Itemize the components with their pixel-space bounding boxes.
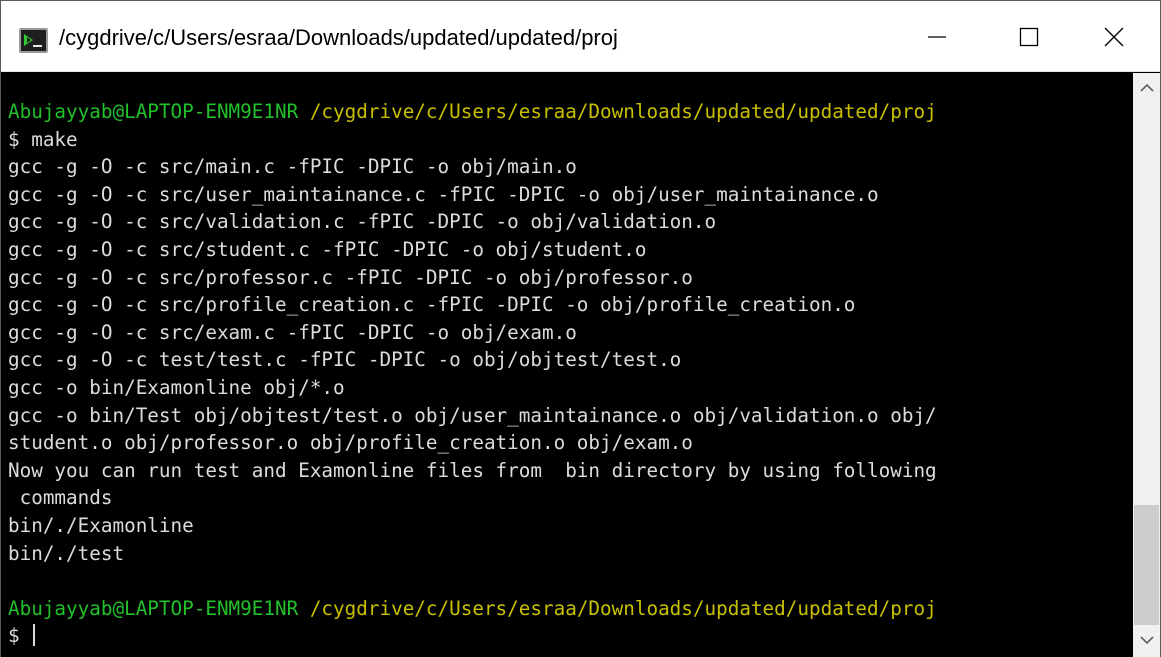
maximize-icon bbox=[1019, 27, 1039, 47]
text-cursor bbox=[33, 624, 36, 647]
close-icon bbox=[1104, 27, 1124, 47]
output-line: gcc -g -O -c src/student.c -fPIC -DPIC -… bbox=[8, 237, 647, 261]
output-line: bin/./test bbox=[8, 541, 125, 565]
output-line: gcc -g -O -c src/user_maintainance.c -fP… bbox=[8, 182, 879, 206]
output-line: gcc -g -O -c src/profile_creation.c -fPI… bbox=[8, 293, 856, 317]
prompt-user: Abujayyab@LAPTOP-ENM9E1NR bbox=[8, 100, 299, 123]
output-line: gcc -g -O -c src/main.c -fPIC -DPIC -o o… bbox=[8, 155, 577, 179]
output-line: gcc -g -O -c src/exam.c -fPIC -DPIC -o o… bbox=[8, 320, 577, 344]
output-line: bin/./Examonline bbox=[8, 513, 194, 537]
scroll-down-button[interactable] bbox=[1133, 625, 1160, 657]
cygwin-terminal-icon[interactable] bbox=[19, 28, 48, 53]
output-line: gcc -g -O -c src/validation.c -fPIC -DPI… bbox=[8, 210, 717, 234]
output-line: commands bbox=[8, 486, 113, 510]
output-line: gcc -o bin/Examonline obj/*.o bbox=[8, 375, 345, 399]
output-line: $ make bbox=[8, 127, 78, 151]
input-line[interactable]: $ bbox=[8, 622, 1133, 650]
terminal-window: /cygdrive/c/Users/esraa/Downloads/update… bbox=[0, 0, 1161, 657]
output-line: gcc -g -O -c test/test.c -fPIC -DPIC -o … bbox=[8, 348, 682, 372]
prompt-path: /cygdrive/c/Users/esraa/Downloads/update… bbox=[309, 596, 937, 620]
minimize-button[interactable] bbox=[891, 1, 983, 72]
prompt-line: Abujayyab@LAPTOP-ENM9E1NR /cygdrive/c/Us… bbox=[8, 98, 1133, 126]
scroll-up-button[interactable] bbox=[1133, 73, 1160, 105]
maximize-button[interactable] bbox=[983, 1, 1075, 72]
output-line: gcc -o bin/Test obj/objtest/test.o obj/u… bbox=[8, 403, 937, 427]
minimize-icon bbox=[927, 27, 947, 47]
prompt-user: Abujayyab@LAPTOP-ENM9E1NR bbox=[8, 596, 299, 620]
prompt-line: Abujayyab@LAPTOP-ENM9E1NR /cygdrive/c/Us… bbox=[8, 595, 1133, 623]
close-button[interactable] bbox=[1068, 1, 1160, 72]
output-line: Now you can run test and Examonline file… bbox=[8, 458, 937, 482]
scroll-thumb[interactable] bbox=[1134, 505, 1159, 625]
window-title: /cygdrive/c/Users/esraa/Downloads/update… bbox=[59, 25, 618, 50]
prompt-path: /cygdrive/c/Users/esraa/Downloads/update… bbox=[309, 100, 937, 123]
input-prompt: $ bbox=[8, 624, 32, 648]
vertical-scrollbar[interactable] bbox=[1133, 73, 1160, 657]
terminal-output[interactable]: Abujayyab@LAPTOP-ENM9E1NR /cygdrive/c/Us… bbox=[1, 73, 1133, 657]
chevron-up-icon bbox=[1139, 80, 1154, 98]
title-bar[interactable]: /cygdrive/c/Users/esraa/Downloads/update… bbox=[1, 1, 1160, 72]
output-line: gcc -g -O -c src/professor.c -fPIC -DPIC… bbox=[8, 265, 693, 289]
chevron-down-icon bbox=[1139, 632, 1154, 650]
output-line: student.o obj/professor.o obj/profile_cr… bbox=[8, 431, 693, 455]
